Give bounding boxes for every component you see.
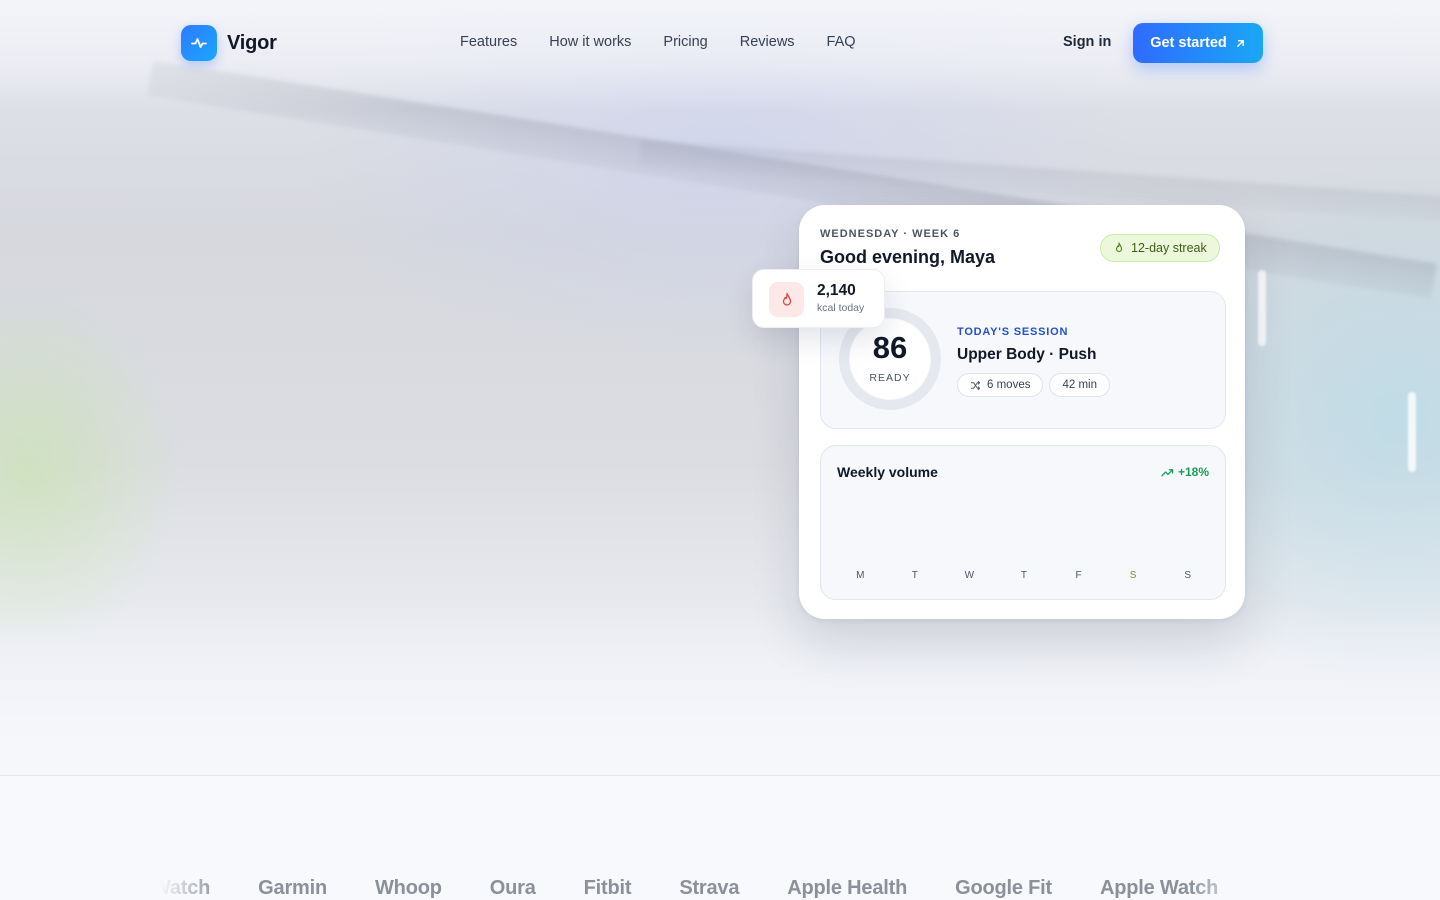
session-title: Upper Body · Push	[957, 346, 1097, 363]
activity-pulse-icon	[181, 25, 217, 61]
trending-up-icon	[1161, 468, 1174, 476]
light-bar	[1258, 270, 1266, 346]
get-started-label: Get started	[1150, 35, 1227, 51]
kcal-value: 2,140	[817, 282, 856, 299]
weekly-volume-title: Weekly volume	[837, 464, 938, 480]
readiness-label: READY	[869, 372, 911, 384]
day-label-fri: F	[1075, 570, 1082, 581]
day-label-thu: T	[1020, 570, 1028, 581]
moves-text: 6 moves	[987, 379, 1031, 391]
brand-logo[interactable]: Vigor	[181, 25, 277, 61]
nav-link-how-it-works[interactable]: How it works	[549, 34, 631, 50]
streak-badge: 12-day streak	[1100, 234, 1220, 262]
flame-icon	[1115, 242, 1123, 253]
session-label: TODAY'S SESSION	[957, 326, 1069, 338]
day-label-sun: S	[1184, 570, 1191, 581]
integration-google-fit: Google Fit	[955, 877, 1052, 899]
integration-whoop: Whoop	[375, 877, 442, 899]
streak-text: 12-day streak	[1131, 241, 1207, 255]
kcal-label: kcal today	[817, 302, 865, 314]
duration-text: 42 min	[1062, 379, 1097, 391]
nav-link-faq[interactable]: FAQ	[827, 34, 856, 50]
top-navigation: Vigor Features How it works Pricing Revi…	[0, 0, 1440, 86]
day-label: WEDNESDAY · WEEK 6	[820, 228, 961, 240]
nav-link-reviews[interactable]: Reviews	[740, 34, 795, 50]
light-bar	[1408, 392, 1416, 472]
section-divider	[0, 775, 1440, 776]
weekly-volume-delta: +18%	[1161, 465, 1209, 479]
greeting: Good evening, Maya	[820, 247, 996, 267]
dashboard-card: WEDNESDAY · WEEK 6 Good evening, Maya 12…	[799, 205, 1245, 619]
weekly-volume-panel: Weekly volume +18% M T W T F S S	[820, 445, 1226, 600]
flame-icon	[769, 282, 804, 317]
integration-fitbit: Fitbit	[583, 877, 632, 899]
brand-name: Vigor	[227, 31, 277, 54]
get-started-button[interactable]: Get started	[1133, 23, 1263, 63]
moves-chip: 6 moves	[957, 373, 1044, 397]
integration-strava: Strava	[679, 877, 740, 899]
integrations-marquee: Apple Watch Garmin Whoop Oura Fitbit Str…	[160, 877, 1250, 900]
duration-chip: 42 min	[1049, 373, 1110, 397]
day-label-tue: T	[911, 570, 918, 581]
day-label-sat: S	[1129, 570, 1137, 581]
hero-bottom-fade	[0, 606, 1440, 776]
integration-apple-health: Apple Health	[787, 877, 908, 899]
integration-garmin: Garmin	[258, 877, 327, 899]
weekly-delta-text: +18%	[1177, 465, 1209, 479]
kcal-card: 2,140 kcal today	[752, 269, 885, 328]
nav-links: Features How it works Pricing Reviews FA…	[460, 34, 856, 50]
readiness-score: 86	[872, 330, 908, 365]
nav-link-features[interactable]: Features	[460, 34, 517, 50]
integrations-track: Apple Watch Garmin Whoop Oura Fitbit Str…	[160, 877, 1218, 900]
day-label-wed: W	[964, 570, 975, 581]
session-chips: 6 moves 42 min	[957, 373, 1110, 397]
weekday-labels: M T W T F S S	[833, 570, 1215, 581]
integration-oura: Oura	[489, 877, 536, 899]
sign-in-link[interactable]: Sign in	[1063, 34, 1111, 50]
shuffle-icon	[970, 380, 981, 390]
arrow-up-right-icon	[1236, 39, 1244, 47]
integration-apple-watch: Apple Watch	[160, 877, 211, 899]
day-label-mon: M	[856, 570, 865, 581]
nav-link-pricing[interactable]: Pricing	[663, 34, 707, 50]
integration-apple-watch-repeat: Apple Watch	[1100, 877, 1219, 899]
